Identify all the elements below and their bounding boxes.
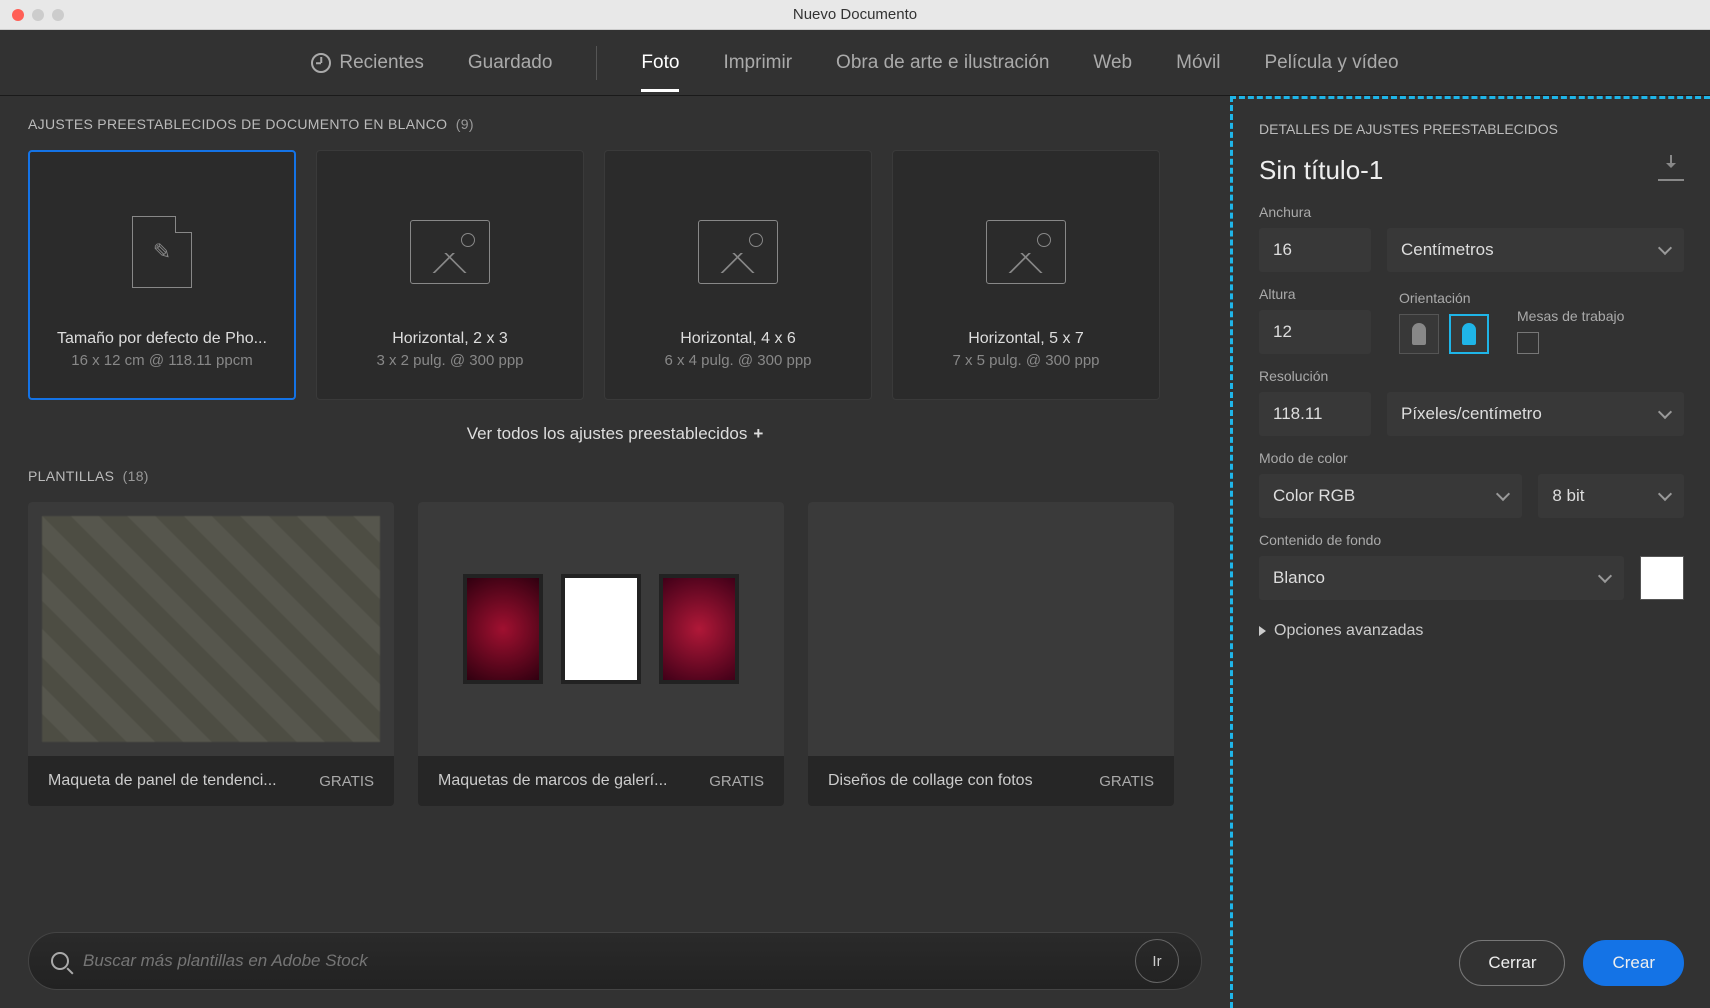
colormode-select[interactable]: Color RGB (1259, 474, 1522, 518)
template-card[interactable]: Diseños de collage con fotos GRATIS (808, 502, 1174, 806)
template-name: Maqueta de panel de tendenci... (48, 772, 277, 790)
document-icon: ✎ (132, 216, 192, 288)
units-select[interactable]: Centímetros (1387, 228, 1684, 272)
preset-default-photoshop[interactable]: ✎ Tamaño por defecto de Pho... 16 x 12 c… (28, 150, 296, 400)
colormode-label: Modo de color (1259, 450, 1684, 466)
plus-icon: + (753, 424, 763, 443)
close-window-icon[interactable] (12, 9, 24, 21)
template-price: GRATIS (319, 773, 374, 790)
create-button[interactable]: Crear (1583, 940, 1684, 986)
download-preset-icon[interactable] (1658, 161, 1684, 181)
titlebar: Nuevo Documento (0, 0, 1710, 30)
chevron-down-icon (1658, 405, 1672, 419)
stock-search-bar[interactable]: Ir (28, 932, 1202, 990)
image-icon (698, 220, 778, 284)
preset-landscape-5x7[interactable]: Horizontal, 5 x 7 7 x 5 pulg. @ 300 ppp (892, 150, 1160, 400)
search-go-button[interactable]: Ir (1135, 939, 1179, 983)
tab-photo[interactable]: Foto (641, 34, 679, 92)
preset-dimensions: 16 x 12 cm @ 118.11 ppcm (71, 352, 252, 369)
tab-film[interactable]: Película y vídeo (1264, 34, 1398, 92)
template-name: Diseños de collage con fotos (828, 772, 1033, 790)
template-thumbnail (28, 502, 394, 756)
template-card[interactable]: Maquetas de marcos de galerí... GRATIS (418, 502, 784, 806)
tab-mobile[interactable]: Móvil (1176, 34, 1220, 92)
artboards-checkbox[interactable] (1517, 332, 1539, 354)
template-name: Maquetas de marcos de galerí... (438, 772, 667, 790)
panel-heading: DETALLES DE AJUSTES PREESTABLECIDOS (1259, 121, 1684, 137)
background-select[interactable]: Blanco (1259, 556, 1624, 600)
chevron-down-icon (1658, 241, 1672, 255)
resolution-units-select[interactable]: Píxeles/centímetro (1387, 392, 1684, 436)
chevron-down-icon (1496, 487, 1510, 501)
preset-dimensions: 6 x 4 pulg. @ 300 ppp (665, 352, 812, 369)
document-name-input[interactable]: Sin título-1 (1259, 155, 1383, 186)
chevron-down-icon (1598, 569, 1612, 583)
width-input[interactable]: 16 (1259, 228, 1371, 272)
preset-details-panel: DETALLES DE AJUSTES PREESTABLECIDOS Sin … (1230, 96, 1710, 1008)
category-tabs: Recientes Guardado Foto Imprimir Obra de… (0, 30, 1710, 96)
orientation-label: Orientación (1399, 290, 1489, 306)
width-label: Anchura (1259, 204, 1684, 220)
background-label: Contenido de fondo (1259, 532, 1684, 548)
tab-print[interactable]: Imprimir (723, 34, 792, 92)
disclosure-triangle-icon (1259, 626, 1266, 636)
template-thumbnail (808, 502, 1174, 756)
background-color-swatch[interactable] (1640, 556, 1684, 600)
template-card[interactable]: Maqueta de panel de tendenci... GRATIS (28, 502, 394, 806)
preset-name: Horizontal, 2 x 3 (392, 330, 508, 348)
orientation-landscape-button[interactable] (1449, 314, 1489, 354)
tab-divider (596, 46, 597, 80)
presets-heading: AJUSTES PREESTABLECIDOS DE DOCUMENTO EN … (28, 116, 1202, 132)
advanced-options-toggle[interactable]: Opciones avanzadas (1259, 622, 1684, 640)
preset-name: Horizontal, 5 x 7 (968, 330, 1084, 348)
height-label: Altura (1259, 286, 1371, 302)
clock-icon (311, 53, 331, 73)
view-all-presets[interactable]: Ver todos los ajustes preestablecidos+ (28, 424, 1202, 444)
template-price: GRATIS (1099, 773, 1154, 790)
image-icon (986, 220, 1066, 284)
window-title: Nuevo Documento (793, 6, 917, 23)
tab-art[interactable]: Obra de arte e ilustración (836, 34, 1049, 92)
resolution-input[interactable]: 118.11 (1259, 392, 1371, 436)
template-price: GRATIS (709, 773, 764, 790)
content-pane: AJUSTES PREESTABLECIDOS DE DOCUMENTO EN … (0, 96, 1230, 1008)
search-icon (51, 952, 69, 970)
templates-heading: PLANTILLAS (18) (28, 468, 1202, 484)
bitdepth-select[interactable]: 8 bit (1538, 474, 1684, 518)
template-thumbnail (418, 502, 784, 756)
window-controls[interactable] (12, 9, 64, 21)
maximize-window-icon[interactable] (52, 9, 64, 21)
minimize-window-icon[interactable] (32, 9, 44, 21)
image-icon (410, 220, 490, 284)
preset-name: Tamaño por defecto de Pho... (57, 330, 267, 348)
height-input[interactable]: 12 (1259, 310, 1371, 354)
tab-saved[interactable]: Guardado (468, 34, 553, 92)
preset-landscape-4x6[interactable]: Horizontal, 4 x 6 6 x 4 pulg. @ 300 ppp (604, 150, 872, 400)
tab-web[interactable]: Web (1093, 34, 1132, 92)
search-input[interactable] (83, 951, 1121, 971)
preset-dimensions: 3 x 2 pulg. @ 300 ppp (377, 352, 524, 369)
orientation-portrait-button[interactable] (1399, 314, 1439, 354)
preset-name: Horizontal, 4 x 6 (680, 330, 796, 348)
resolution-label: Resolución (1259, 368, 1684, 384)
chevron-down-icon (1658, 487, 1672, 501)
preset-dimensions: 7 x 5 pulg. @ 300 ppp (953, 352, 1100, 369)
artboards-label: Mesas de trabajo (1517, 308, 1624, 324)
tab-recent[interactable]: Recientes (311, 34, 424, 92)
close-button[interactable]: Cerrar (1459, 940, 1565, 986)
preset-landscape-2x3[interactable]: Horizontal, 2 x 3 3 x 2 pulg. @ 300 ppp (316, 150, 584, 400)
